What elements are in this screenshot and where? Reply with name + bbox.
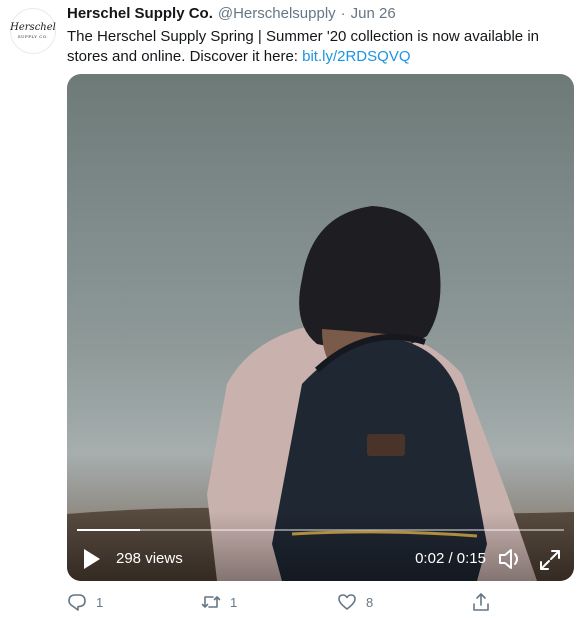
like-count: 8 <box>366 594 374 610</box>
reply-button[interactable]: 1 <box>67 591 103 613</box>
retweet-count: 1 <box>230 594 238 610</box>
share-icon <box>473 593 489 611</box>
retweet-icon <box>201 596 221 608</box>
like-button[interactable]: 8 <box>337 591 373 613</box>
share-button[interactable] <box>471 591 491 613</box>
tweet-link[interactable]: bit.ly/2RDSQVQ <box>302 48 410 65</box>
play-icon[interactable] <box>83 548 101 570</box>
volume-muted-icon[interactable] <box>498 547 524 571</box>
video-player[interactable]: 298 views 0:02 / 0:15 <box>67 74 574 581</box>
tweet-date[interactable]: Jun 26 <box>351 5 396 22</box>
action-bar: 1 1 8 <box>67 591 497 613</box>
author-handle[interactable]: @Herschelsupply <box>218 5 336 22</box>
avatar[interactable]: Herschel SUPPLY CO. <box>10 8 56 54</box>
video-frame <box>67 206 574 581</box>
progress-bar[interactable] <box>77 529 564 531</box>
tweet[interactable]: Herschel SUPPLY CO. Herschel Supply Co. @… <box>0 0 584 618</box>
progress-fill <box>77 529 141 531</box>
tweet-text: The Herschel Supply Spring | Summer '20 … <box>67 27 572 67</box>
heart-icon <box>338 594 356 610</box>
retweet-button[interactable]: 1 <box>201 591 237 613</box>
reply-count: 1 <box>96 594 104 610</box>
view-count: 298 views <box>116 550 183 567</box>
herschel-logo: Herschel SUPPLY CO. <box>10 22 56 39</box>
author-name[interactable]: Herschel Supply Co. <box>67 5 213 22</box>
reply-icon <box>68 594 86 611</box>
fullscreen-icon[interactable] <box>539 549 561 571</box>
video-time: 0:02 / 0:15 <box>415 550 486 567</box>
separator-dot: · <box>340 5 346 22</box>
tweet-header: Herschel Supply Co. @Herschelsupply · Ju… <box>67 5 396 25</box>
